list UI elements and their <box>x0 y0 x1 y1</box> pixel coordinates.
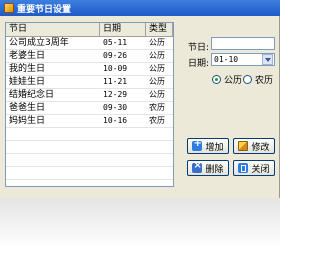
delete-button[interactable]: 删除 <box>187 160 229 176</box>
festival-date: 09-26 <box>103 51 128 60</box>
date-value: 01-10 <box>214 55 239 64</box>
app-icon <box>4 3 14 13</box>
festival-name: 我的生日 <box>9 64 46 74</box>
list-item[interactable]: 公司成立3周年 05-11 公历 <box>6 37 173 50</box>
festival-name: 结婚纪念日 <box>9 90 55 100</box>
festival-date: 09-30 <box>103 103 128 112</box>
festival-type: 农历 <box>149 116 165 125</box>
list-item[interactable]: 妈妈生日 10-16 农历 <box>6 115 173 128</box>
delete-icon <box>192 160 203 173</box>
festival-date: 11-21 <box>103 77 128 86</box>
date-label: 日期: <box>188 59 210 69</box>
festival-date: 05-11 <box>103 38 128 47</box>
title-bar[interactable]: 重要节日设置 <box>0 0 280 16</box>
festival-type: 公历 <box>149 64 165 73</box>
festival-name: 妈妈生日 <box>9 116 46 126</box>
window-reflection <box>0 198 280 270</box>
radio-solar-dot[interactable] <box>212 75 221 84</box>
add-button[interactable]: 增加 <box>187 138 229 154</box>
window-title: 重要节日设置 <box>17 4 72 15</box>
list-item[interactable]: 我的生日 10-09 公历 <box>6 63 173 76</box>
list-item[interactable]: 结婚纪念日 12-29 公历 <box>6 89 173 102</box>
festival-type: 农历 <box>149 103 165 112</box>
empty-row <box>6 128 173 141</box>
list-item[interactable]: 爸爸生日 09-30 农历 <box>6 102 173 115</box>
festival-type: 公历 <box>149 77 165 86</box>
delete-button-label: 删除 <box>205 164 224 175</box>
add-icon <box>192 138 203 151</box>
festival-type: 公历 <box>149 90 165 99</box>
list-item[interactable]: 娃娃生日 11-21 公历 <box>6 76 173 89</box>
date-select[interactable]: 01-10 <box>211 53 275 66</box>
festival-name-input[interactable] <box>211 37 275 50</box>
add-button-label: 增加 <box>205 142 224 153</box>
empty-row <box>6 167 173 180</box>
column-header-type[interactable]: 类型 <box>146 23 173 37</box>
radio-solar-label: 公历 <box>224 76 243 86</box>
festival-name: 老婆生日 <box>9 51 46 61</box>
empty-row <box>6 154 173 167</box>
festival-type: 公历 <box>149 51 165 60</box>
list-header: 节日 日期 类型 <box>6 23 173 37</box>
festival-label: 节日: <box>188 43 210 53</box>
close-icon <box>238 163 249 173</box>
festival-date: 12-29 <box>103 90 128 99</box>
radio-lunar-label: 农历 <box>255 76 274 86</box>
empty-row <box>6 141 173 154</box>
close-button[interactable]: 关闭 <box>233 160 275 176</box>
list-item[interactable]: 老婆生日 09-26 公历 <box>6 50 173 63</box>
radio-lunar[interactable]: 农历 <box>243 73 273 86</box>
festival-name: 爸爸生日 <box>9 103 46 113</box>
festival-type: 公历 <box>149 38 165 47</box>
radio-lunar-dot[interactable] <box>243 75 252 84</box>
column-header-festival[interactable]: 节日 <box>6 23 100 37</box>
empty-row <box>6 180 173 186</box>
chevron-down-icon[interactable] <box>262 54 273 65</box>
edit-button[interactable]: 修改 <box>233 138 275 154</box>
festival-name: 娃娃生日 <box>9 77 46 87</box>
edit-icon <box>238 141 249 151</box>
column-header-date[interactable]: 日期 <box>100 23 146 37</box>
festival-list[interactable]: 节日 日期 类型 公司成立3周年 05-11 公历 老婆生日 09-26 公历 … <box>5 22 174 187</box>
festival-date: 10-16 <box>103 116 128 125</box>
list-rows: 公司成立3周年 05-11 公历 老婆生日 09-26 公历 我的生日 10-0… <box>6 37 173 186</box>
edit-button-label: 修改 <box>251 142 270 153</box>
festival-settings-window: 重要节日设置 节日 日期 类型 公司成立3周年 05-11 公历 老婆生日 09… <box>0 0 280 198</box>
festival-name: 公司成立3周年 <box>9 38 69 48</box>
radio-solar[interactable]: 公历 <box>212 73 242 86</box>
close-button-label: 关闭 <box>251 164 270 175</box>
festival-date: 10-09 <box>103 64 128 73</box>
